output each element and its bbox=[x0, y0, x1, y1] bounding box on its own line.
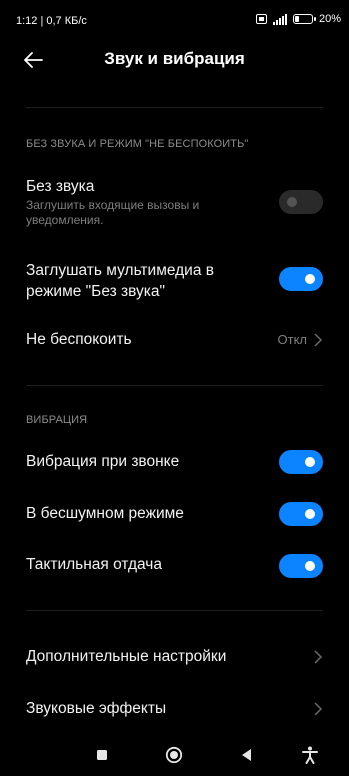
row-title: Тактильная отдача bbox=[26, 556, 162, 573]
recents-button[interactable] bbox=[92, 745, 112, 765]
row-title: Не беспокоить bbox=[26, 331, 132, 348]
home-circle-icon bbox=[165, 746, 183, 764]
status-icons: 20% bbox=[255, 13, 341, 25]
row-dnd[interactable]: Не беспокоить Откл bbox=[0, 327, 349, 355]
signal-icon bbox=[272, 13, 287, 25]
chevron-right-icon bbox=[314, 702, 323, 716]
status-time-speed: 1:12 | 0,7 КБ/с bbox=[16, 15, 87, 27]
header: Звук и вибрация bbox=[0, 40, 349, 80]
row-additional-settings[interactable]: Дополнительные настройки bbox=[0, 644, 349, 672]
row-title: Дополнительные настройки bbox=[26, 648, 227, 665]
row-title: Вибрация при звонке bbox=[26, 453, 180, 470]
accessibility-button[interactable] bbox=[300, 745, 320, 765]
vibrate-silent-toggle[interactable] bbox=[279, 502, 323, 526]
row-silent-mode[interactable]: Без звука Заглушить входящие вызовы и ув… bbox=[0, 170, 349, 236]
vibrate-on-ring-toggle[interactable] bbox=[279, 450, 323, 474]
row-title: Звуковые эффекты bbox=[26, 700, 167, 717]
back-triangle-icon bbox=[242, 749, 251, 761]
mute-media-toggle[interactable] bbox=[279, 267, 323, 291]
status-bar: 1:12 | 0,7 КБ/с 20% bbox=[0, 0, 349, 40]
row-sound-effects[interactable]: Звуковые эффекты bbox=[0, 696, 349, 724]
battery-percent: 20% bbox=[318, 13, 341, 25]
row-vibrate-on-ring[interactable]: Вибрация при звонке bbox=[0, 449, 349, 477]
haptic-toggle[interactable] bbox=[279, 554, 323, 578]
sim-icon bbox=[255, 14, 267, 24]
dnd-value: Откл bbox=[277, 332, 308, 347]
navigation-bar bbox=[0, 735, 349, 776]
row-title: Заглушать мультимедиа в режиме "Без звук… bbox=[26, 262, 214, 300]
row-vibrate-silent[interactable]: В бесшумном режиме bbox=[0, 501, 349, 529]
row-subtitle: Заглушить входящие вызовы и уведомления. bbox=[26, 198, 200, 227]
divider bbox=[26, 385, 323, 386]
battery-icon bbox=[292, 14, 316, 24]
row-mute-media[interactable]: Заглушать мультимедиа в режиме "Без звук… bbox=[0, 258, 349, 308]
section-header-silent: БЕЗ ЗВУКА И РЕЖИМ "НЕ БЕСПОКОИТЬ" bbox=[26, 138, 249, 150]
chevron-right-icon bbox=[314, 650, 323, 664]
section-header-vibration: ВИБРАЦИЯ bbox=[26, 414, 88, 426]
page-title: Звук и вибрация bbox=[104, 49, 245, 68]
square-icon bbox=[97, 750, 107, 760]
accessibility-icon bbox=[302, 746, 318, 764]
silent-mode-toggle[interactable] bbox=[279, 190, 323, 214]
home-button[interactable] bbox=[164, 745, 184, 765]
row-haptic[interactable]: Тактильная отдача bbox=[0, 552, 349, 580]
back-nav-button[interactable] bbox=[236, 745, 256, 765]
divider bbox=[26, 107, 323, 108]
divider bbox=[26, 610, 323, 611]
row-title: Без звука bbox=[26, 178, 95, 195]
chevron-right-icon bbox=[314, 333, 323, 347]
row-title: В бесшумном режиме bbox=[26, 505, 184, 522]
